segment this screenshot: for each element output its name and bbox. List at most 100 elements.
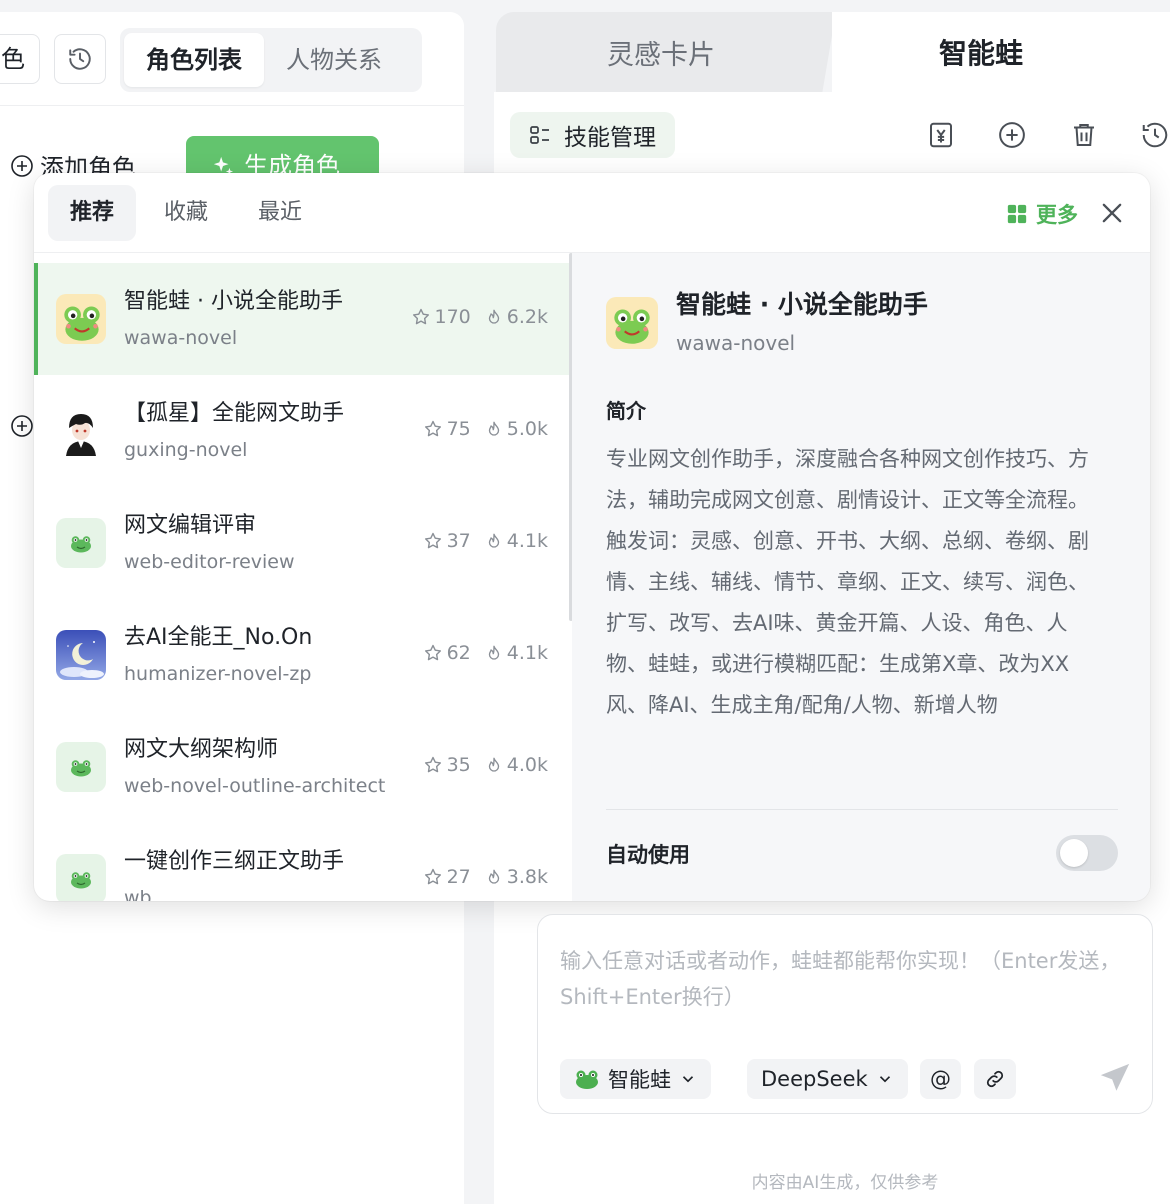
star-icon	[424, 644, 441, 661]
detail-intro-label: 简介	[606, 399, 646, 423]
new-chat-button[interactable]	[995, 118, 1029, 152]
star-count[interactable]: 75	[423, 418, 471, 440]
heat-count-value: 4.1k	[506, 530, 548, 552]
flame-icon	[488, 533, 499, 548]
plus-circle-icon	[11, 415, 33, 437]
list-item[interactable]: 智能蛙 · 小说全能助手 wawa-novel 170 6.2k	[34, 263, 570, 375]
tab-smart-frog[interactable]: 智能蛙	[832, 12, 1170, 92]
list-item[interactable]: 一键创作三纲正文助手 wb 27 3.8k	[34, 823, 570, 901]
star-count[interactable]: 35	[423, 754, 471, 776]
at-icon: @	[930, 1067, 951, 1091]
left-segmented-control: 角色列表 人物关系	[120, 28, 422, 92]
history-button[interactable]	[54, 34, 106, 84]
item-title: 智能蛙 · 小说全能助手	[124, 289, 343, 314]
list-item[interactable]: 去AI全能王_No.On humanizer-novel-zp 62 4.1k	[34, 599, 570, 711]
history-icon	[69, 48, 91, 70]
heat-count: 6.2k	[485, 306, 548, 328]
auto-use-toggle[interactable]	[1056, 835, 1118, 871]
chat-input-placeholder[interactable]: 输入任意对话或者动作，蛙蛙都能帮你实现！（Enter发送，Shift+Enter…	[560, 943, 1140, 1015]
star-count-value: 27	[446, 866, 471, 888]
history-icon	[1142, 122, 1168, 148]
star-icon	[412, 308, 429, 325]
more-button[interactable]: 更多	[1006, 199, 1078, 229]
tab-recent[interactable]: 最近	[236, 185, 324, 241]
frog-emoji-avatar	[56, 518, 106, 568]
popup-header: 推荐 收藏 最近 更多	[34, 173, 1150, 253]
item-title: 一键创作三纲正文助手	[124, 849, 345, 874]
yuan-button[interactable]	[924, 118, 958, 152]
star-count-value: 75	[446, 418, 471, 440]
star-count-value: 37	[446, 530, 471, 552]
item-stats: 27 3.8k	[423, 866, 548, 888]
item-stats: 37 4.1k	[423, 530, 548, 552]
item-stats: 75 5.0k	[423, 418, 548, 440]
chevron-down-icon	[682, 1076, 694, 1083]
divider	[606, 809, 1118, 810]
heat-count: 4.1k	[485, 530, 548, 552]
moon-night-avatar	[56, 630, 106, 680]
star-count[interactable]: 27	[423, 866, 471, 888]
frog-cartoon-avatar	[56, 294, 106, 344]
frog-cartoon-avatar	[606, 297, 658, 349]
list-item[interactable]: 【孤星】全能网文助手 guxing-novel 75 5.0k	[34, 375, 570, 487]
tab-relations[interactable]: 人物关系	[264, 33, 404, 87]
skill-detail-panel: 智能蛙 · 小说全能助手 wawa-novel 简介 专业网文创作助手，深度融合…	[572, 253, 1150, 901]
skill-picker-popup: 推荐 收藏 最近 更多 智能蛙 · 小说全能助手 wawa-novel 170 6.2…	[34, 173, 1150, 901]
close-icon[interactable]	[1098, 199, 1126, 227]
heat-count: 5.0k	[485, 418, 548, 440]
history-chat-button[interactable]	[1138, 118, 1170, 152]
star-icon	[424, 532, 441, 549]
anime-boy-avatar	[56, 406, 106, 456]
star-count[interactable]: 170	[411, 306, 471, 328]
yuan-doc-icon	[930, 122, 952, 148]
delete-button[interactable]	[1067, 118, 1101, 152]
flame-icon	[488, 421, 499, 436]
detail-intro-text: 专业网文创作助手，深度融合各种网文创作技巧、方法，辅助完成网文创意、剧情设计、正…	[606, 447, 1089, 717]
item-stats: 35 4.0k	[423, 754, 548, 776]
tab-inspiration-cards[interactable]: 灵感卡片	[496, 12, 836, 92]
mention-button[interactable]: @	[920, 1059, 961, 1099]
star-count[interactable]: 62	[423, 642, 471, 664]
add-relation-button[interactable]	[10, 414, 34, 442]
model-label: DeepSeek	[761, 1067, 868, 1091]
left-toolbar: 色 角色列表 人物关系	[0, 12, 464, 106]
item-title: 网文编辑评审	[124, 513, 257, 538]
heat-count-value: 5.0k	[506, 418, 548, 440]
tab-favorites[interactable]: 收藏	[142, 185, 230, 241]
tab-role-list[interactable]: 角色列表	[124, 33, 264, 87]
auto-use-label: 自动使用	[606, 843, 690, 867]
heat-count-value: 4.1k	[506, 642, 548, 664]
skill-manage-button[interactable]: 技能管理	[510, 112, 675, 158]
send-icon[interactable]	[1098, 1061, 1132, 1095]
more-label: 更多	[1036, 203, 1078, 227]
chat-input-box[interactable]: 输入任意对话或者动作，蛙蛙都能帮你实现！（Enter发送，Shift+Enter…	[537, 914, 1153, 1114]
attach-link-button[interactable]	[974, 1059, 1016, 1099]
heat-count: 4.0k	[485, 754, 548, 776]
detail-title: 智能蛙 · 小说全能助手	[676, 290, 928, 319]
ai-disclaimer: 内容由AI生成，仅供参考	[751, 1173, 939, 1193]
list-item[interactable]: 网文编辑评审 web-editor-review 37 4.1k	[34, 487, 570, 599]
heat-count: 4.1k	[485, 642, 548, 664]
heat-count-value: 3.8k	[506, 866, 548, 888]
frog-icon	[576, 1070, 598, 1089]
item-stats: 62 4.1k	[423, 642, 548, 664]
trash-icon	[1074, 124, 1094, 146]
item-slug: wawa-novel	[124, 327, 238, 349]
role-button[interactable]: 色	[0, 34, 40, 84]
heat-count-value: 6.2k	[506, 306, 548, 328]
item-slug: guxing-novel	[124, 439, 248, 461]
agent-selector[interactable]: 智能蛙	[560, 1059, 711, 1099]
star-count-value: 35	[446, 754, 471, 776]
model-selector[interactable]: DeepSeek	[747, 1059, 908, 1099]
item-stats: 170 6.2k	[411, 306, 548, 328]
star-count-value: 170	[434, 306, 471, 328]
heat-count: 3.8k	[485, 866, 548, 888]
skill-manage-label: 技能管理	[564, 125, 656, 151]
star-count[interactable]: 37	[423, 530, 471, 552]
list-item[interactable]: 网文大纲架构师 web-novel-outline-architect 35 4.0k	[34, 711, 570, 823]
tab-recommended[interactable]: 推荐	[48, 185, 137, 241]
flame-icon	[488, 645, 499, 660]
detail-slug: wawa-novel	[676, 331, 796, 355]
item-slug: humanizer-novel-zp	[124, 663, 312, 685]
item-title: 网文大纲架构师	[124, 737, 279, 762]
